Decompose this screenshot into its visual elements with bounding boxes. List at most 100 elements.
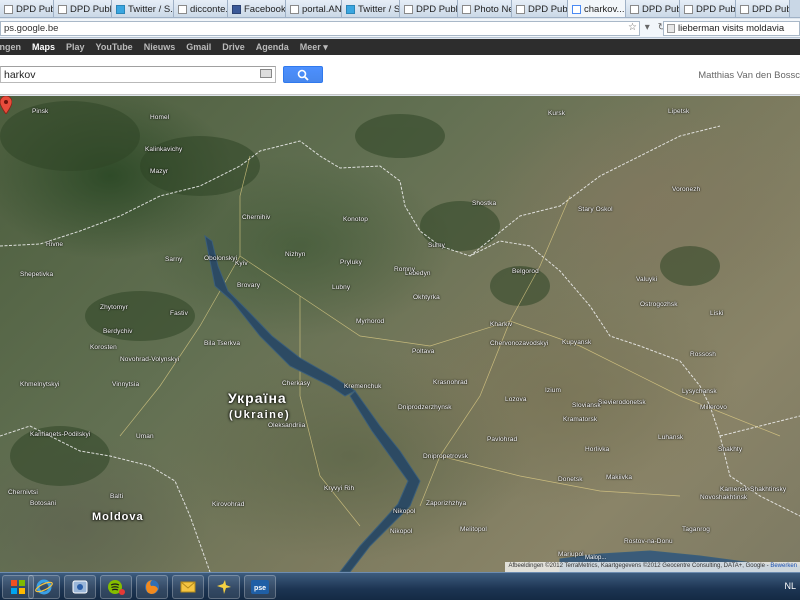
place-label[interactable]: Lubny bbox=[332, 284, 350, 291]
place-label[interactable]: Shepetivka bbox=[20, 271, 53, 278]
place-label[interactable]: Shostka bbox=[472, 200, 496, 207]
place-label[interactable]: Sumy bbox=[428, 242, 445, 249]
google-nav-item[interactable]: Drive bbox=[222, 42, 245, 52]
place-label[interactable]: Stary Oskol bbox=[578, 206, 613, 213]
place-label[interactable]: Mariupol bbox=[558, 551, 584, 558]
place-label[interactable]: Mazyr bbox=[150, 168, 168, 175]
place-label[interactable]: Pinsk bbox=[32, 108, 48, 115]
browser-tab[interactable]: DPD Publi... bbox=[54, 0, 112, 17]
place-label[interactable]: Brovary bbox=[237, 282, 260, 289]
browser-search-box[interactable]: lieberman visits moldavia bbox=[663, 21, 800, 36]
place-label[interactable]: Luhansk bbox=[658, 434, 683, 441]
place-label[interactable]: Myrhorod bbox=[356, 318, 384, 325]
place-label[interactable]: Rostov-na-Donu bbox=[624, 538, 673, 545]
place-label[interactable]: Makiivka bbox=[606, 474, 632, 481]
place-label[interactable]: Pavlohrad bbox=[487, 436, 517, 443]
place-label[interactable]: Korosten bbox=[90, 344, 117, 351]
place-label[interactable]: Balti bbox=[110, 493, 123, 500]
place-label[interactable]: Ostrogozhsk bbox=[640, 301, 678, 308]
place-label[interactable]: Belgorod bbox=[512, 268, 539, 275]
place-label[interactable]: Kharkiv bbox=[490, 321, 512, 328]
place-label[interactable]: Rossosh bbox=[690, 351, 716, 358]
place-label[interactable]: Homel bbox=[150, 114, 169, 121]
place-label[interactable]: Obolonskyi bbox=[204, 255, 237, 262]
browser-tab[interactable]: portal.AN... bbox=[286, 0, 342, 17]
place-label[interactable]: Sloviansk bbox=[572, 402, 601, 409]
place-label[interactable]: Zhytomyr bbox=[100, 304, 128, 311]
place-label[interactable]: Dnipropetrovsk bbox=[423, 453, 468, 460]
place-label[interactable]: Kursk bbox=[548, 110, 565, 117]
place-label[interactable]: Bila Tserkva bbox=[204, 340, 240, 347]
place-label[interactable]: Kirovohrad bbox=[212, 501, 244, 508]
google-nav-item[interactable]: Maps bbox=[32, 42, 55, 52]
browser-tab[interactable]: Twitter / S... bbox=[342, 0, 400, 17]
place-label[interactable]: Krasnohrad bbox=[433, 379, 468, 386]
browser-tab[interactable]: DPD Publi... bbox=[626, 0, 680, 17]
place-label[interactable]: Poltava bbox=[412, 348, 434, 355]
google-nav-item[interactable]: Meer ▾ bbox=[300, 42, 328, 53]
place-label[interactable]: Donetsk bbox=[558, 476, 583, 483]
place-label[interactable]: Kramatorsk bbox=[563, 416, 597, 423]
place-label[interactable]: Fastiv bbox=[170, 310, 188, 317]
browser-tab[interactable]: dicconte... bbox=[174, 0, 228, 17]
place-label[interactable]: Voronezh bbox=[672, 186, 700, 193]
place-label[interactable]: Melitopol bbox=[460, 526, 487, 533]
place-label[interactable]: Millerovo bbox=[700, 404, 727, 411]
google-nav-item[interactable]: Play bbox=[66, 42, 85, 52]
taskbar-firefox[interactable] bbox=[136, 575, 168, 599]
place-label[interactable]: Taganrog bbox=[682, 526, 710, 533]
location-pin-icon[interactable] bbox=[0, 96, 12, 114]
browser-tab[interactable]: DPD Publi... bbox=[400, 0, 458, 17]
place-label[interactable]: Novoshakhtinsk bbox=[700, 494, 747, 501]
google-nav-item[interactable]: Agenda bbox=[256, 42, 289, 52]
taskbar-outlook[interactable] bbox=[172, 575, 204, 599]
browser-tab[interactable]: Twitter / S... bbox=[112, 0, 174, 17]
place-label[interactable]: Chernivtsi bbox=[8, 489, 38, 496]
place-label[interactable]: Kremenchuk bbox=[344, 383, 382, 390]
taskbar-spotify[interactable] bbox=[100, 575, 132, 599]
dropdown-icon[interactable]: ▾ bbox=[645, 22, 650, 33]
place-label[interactable]: Nizhyn bbox=[285, 251, 305, 258]
browser-tab[interactable]: DPD Publi... bbox=[680, 0, 736, 17]
browser-tab[interactable]: Photo Ne... bbox=[458, 0, 512, 17]
google-nav-item[interactable]: Gmail bbox=[186, 42, 211, 52]
keyboard-icon[interactable] bbox=[260, 69, 272, 78]
place-label[interactable]: Horlivka bbox=[585, 446, 609, 453]
place-label[interactable]: Botosani bbox=[30, 500, 56, 507]
place-label[interactable]: Nikopol bbox=[390, 528, 412, 535]
input-language[interactable]: NL bbox=[784, 581, 796, 591]
place-label[interactable]: Kalinkavichy bbox=[145, 146, 182, 153]
browser-tab[interactable]: charkov...× bbox=[568, 0, 626, 17]
place-label[interactable]: Berdychiv bbox=[103, 328, 132, 335]
place-label[interactable]: Kamianets-Podilskyi bbox=[30, 431, 90, 438]
edit-link[interactable]: Bewerken bbox=[770, 563, 797, 569]
place-label[interactable]: Okhtyrka bbox=[413, 294, 440, 301]
browser-tab[interactable]: DPD Publi... bbox=[0, 0, 54, 17]
place-label[interactable]: Sievierodonetsk bbox=[598, 399, 646, 406]
maps-search-input[interactable]: harkov bbox=[0, 66, 276, 83]
taskbar-remote-assistance[interactable] bbox=[64, 575, 96, 599]
place-label[interactable]: Zaporizhzhya bbox=[426, 500, 466, 507]
place-label[interactable]: Uman bbox=[136, 433, 154, 440]
taskbar-pse-app[interactable]: pse bbox=[244, 575, 276, 599]
place-label[interactable]: Pryluky bbox=[340, 259, 362, 266]
taskbar-sky-app[interactable] bbox=[208, 575, 240, 599]
place-label[interactable]: Oleksandriia bbox=[268, 422, 305, 429]
satellite-map[interactable]: Pinsk Homel Mazyr Kalinkavichy Chernihiv Kono… bbox=[0, 96, 800, 572]
place-label[interactable]: Liski bbox=[710, 310, 724, 317]
place-label[interactable]: Vinnytsia bbox=[112, 381, 139, 388]
star-icon[interactable]: ☆ bbox=[628, 22, 637, 33]
place-label[interactable]: Lysychansk bbox=[682, 388, 717, 395]
google-nav-item[interactable]: YouTube bbox=[96, 42, 133, 52]
browser-tab[interactable]: DPD Publi... bbox=[512, 0, 568, 17]
browser-tab[interactable]: DPD Publi... bbox=[736, 0, 790, 17]
place-label[interactable]: Lipetsk bbox=[668, 108, 689, 115]
place-label[interactable]: Dniprodzerzhynsk bbox=[398, 404, 452, 411]
place-label[interactable]: Valuyki bbox=[636, 276, 657, 283]
place-label[interactable]: Lozova bbox=[505, 396, 527, 403]
browser-tab[interactable]: Facebook bbox=[228, 0, 286, 17]
place-label[interactable]: Nikopol bbox=[393, 508, 415, 515]
google-nav-item[interactable]: ingen bbox=[0, 42, 21, 52]
place-label[interactable]: Novohrad-Volynskyi bbox=[120, 356, 179, 363]
place-label[interactable]: Cherkasy bbox=[282, 380, 310, 387]
